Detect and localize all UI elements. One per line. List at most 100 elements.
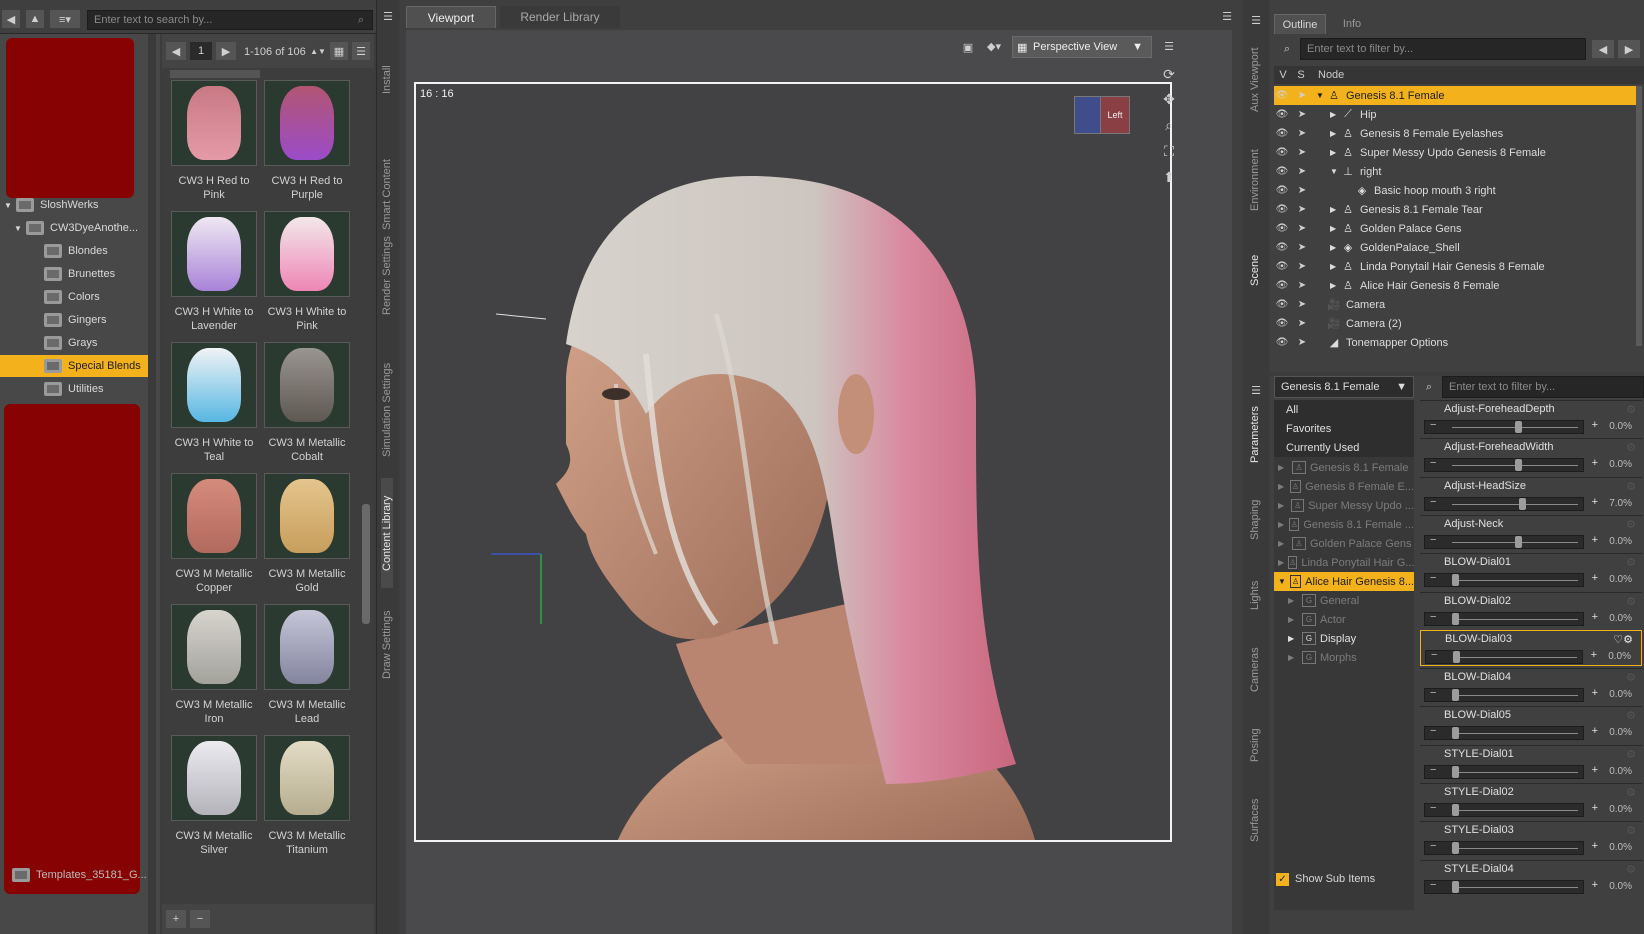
visibility-eye-icon[interactable]: 👁	[1274, 318, 1290, 329]
side-tab[interactable]: Install	[381, 40, 393, 120]
scene-filter-input[interactable]: Enter text to filter by...	[1300, 38, 1586, 60]
scene-node[interactable]: 👁 ➤ ▶ ♙ Alice Hair Genesis 8 Female	[1274, 276, 1636, 295]
col-visible[interactable]: V	[1274, 69, 1292, 81]
parameter-slider[interactable]: Adjust-HeadSize − +7.0% ⚙	[1420, 476, 1642, 513]
side-tab[interactable]: Environment	[1249, 140, 1261, 220]
visibility-eye-icon[interactable]: 👁	[1274, 90, 1290, 101]
increment-icon[interactable]: +	[1592, 496, 1598, 508]
parameter-value[interactable]: 0.0%	[1609, 727, 1632, 738]
parameter-slider[interactable]: STYLE-Dial04− +0.0% ⚙	[1420, 859, 1642, 896]
content-thumbnail[interactable]: CW3 H White to Pink	[261, 211, 353, 333]
figure-select[interactable]: Genesis 8.1 Female ▼	[1274, 376, 1414, 398]
scene-filter-next-icon[interactable]: ▶	[1618, 40, 1640, 58]
gear-icon[interactable]: ⚙	[1626, 748, 1636, 761]
thumbnail-scrollbar[interactable]	[362, 504, 370, 624]
next-page-icon[interactable]: ▶	[216, 42, 236, 60]
select-arrow-icon[interactable]: ➤	[1294, 147, 1310, 158]
scene-node[interactable]: 👁 ➤ ▶ ♙ Golden Palace Gens	[1274, 219, 1636, 238]
parameter-value[interactable]: 0.0%	[1609, 421, 1632, 432]
expand-arrow-icon[interactable]: ▼	[14, 224, 22, 233]
increment-icon[interactable]: +	[1592, 534, 1598, 546]
increment-icon[interactable]: +	[1592, 879, 1598, 891]
frame-icon[interactable]: ⛶	[1158, 140, 1180, 162]
slider-knob[interactable]	[1452, 689, 1459, 702]
increment-icon[interactable]: +	[1592, 802, 1598, 814]
expand-arrow-icon[interactable]: ▼	[4, 201, 12, 210]
scene-node[interactable]: 👁 ➤ ▶ ⟋ Hip	[1274, 105, 1636, 124]
property-group-item[interactable]: ▶ ♙ Linda Ponytail Hair G...	[1274, 553, 1414, 572]
content-thumbnail[interactable]: CW3 M Metallic Iron	[168, 604, 260, 726]
expand-arrow-icon[interactable]: ▶	[1288, 653, 1298, 662]
expand-arrow-icon[interactable]: ▶	[1330, 262, 1340, 271]
visibility-eye-icon[interactable]: 👁	[1274, 109, 1290, 120]
panel-menu-icon[interactable]: ☰	[379, 8, 397, 24]
slider-knob[interactable]	[1515, 421, 1522, 433]
show-sub-items[interactable]: ✓ Show Sub Items	[1276, 870, 1416, 888]
render-frame-icon[interactable]: ▣	[958, 38, 978, 56]
expand-arrow-icon[interactable]: ▼	[1316, 91, 1326, 100]
scene-node[interactable]: 👁 ➤ ▶ ♙ Linda Ponytail Hair Genesis 8 Female	[1274, 257, 1636, 276]
side-tab[interactable]: Render Settings	[381, 216, 393, 336]
select-arrow-icon[interactable]: ➤	[1294, 261, 1310, 272]
scene-node[interactable]: 👁 ➤ ▶ ♙ Super Messy Updo Genesis 8 Female	[1274, 143, 1636, 162]
expand-arrow-icon[interactable]: ▶	[1288, 615, 1298, 624]
tab-render-library[interactable]: Render Library	[500, 6, 620, 28]
parameter-value[interactable]: 0.0%	[1609, 881, 1632, 892]
visibility-eye-icon[interactable]: 👁	[1274, 261, 1290, 272]
select-arrow-icon[interactable]: ➤	[1294, 90, 1310, 101]
checkbox-icon[interactable]: ✓	[1276, 872, 1289, 886]
property-group-item[interactable]: Favorites	[1274, 419, 1414, 438]
expand-arrow-icon[interactable]: ▶	[1278, 539, 1288, 548]
visibility-eye-icon[interactable]: 👁	[1274, 204, 1290, 215]
orbit-icon[interactable]: ⟳	[1158, 64, 1180, 84]
grid-view-icon[interactable]: ▦	[330, 42, 348, 60]
tree-item[interactable]: Grays	[0, 332, 148, 354]
draw-style-icon[interactable]: ◆▾	[982, 36, 1006, 56]
content-thumbnail[interactable]: CW3 H Red to Purple	[261, 80, 353, 202]
slider-knob[interactable]	[1452, 842, 1459, 855]
side-tab[interactable]: Content Library	[381, 478, 393, 588]
decrement-icon[interactable]: −	[1430, 534, 1436, 546]
col-selectable[interactable]: S	[1292, 69, 1310, 81]
scene-filter-prev-icon[interactable]: ◀	[1592, 40, 1614, 58]
slider-knob[interactable]	[1452, 765, 1459, 778]
visibility-eye-icon[interactable]: 👁	[1274, 280, 1290, 291]
back-icon[interactable]: ◀	[2, 10, 20, 28]
increment-icon[interactable]: +	[1592, 840, 1598, 852]
side-tab[interactable]: Draw Settings	[381, 590, 393, 700]
increment-icon[interactable]: +	[1591, 649, 1597, 661]
property-group-item[interactable]: ▶ ♙ Genesis 8.1 Female	[1274, 458, 1414, 477]
select-arrow-icon[interactable]: ➤	[1294, 166, 1310, 177]
gear-icon[interactable]: ⚙	[1626, 671, 1636, 684]
side-tab[interactable]: Parameters	[1249, 400, 1261, 470]
parameter-value[interactable]: 0.0%	[1609, 613, 1632, 624]
select-arrow-icon[interactable]: ➤	[1294, 185, 1310, 196]
visibility-eye-icon[interactable]: 👁	[1274, 337, 1290, 348]
thumb-size-stepper[interactable]: ▲▼	[310, 40, 326, 62]
parameter-slider[interactable]: Adjust-Neck − +0.0% ⚙	[1420, 514, 1642, 551]
scene-node[interactable]: 👁 ➤ ▶ ◈ GoldenPalace_Shell	[1274, 238, 1636, 257]
view-cube-left-face[interactable]: Left	[1100, 96, 1130, 134]
gear-icon[interactable]: ⚙	[1626, 403, 1636, 416]
parameter-value[interactable]: 7.0%	[1609, 498, 1632, 509]
content-thumbnail[interactable]: CW3 M Metallic Silver	[168, 735, 260, 857]
property-group-item[interactable]: ▶ G Display	[1274, 629, 1414, 648]
scene-node[interactable]: 👁 ➤ ◢ Tonemapper Options	[1274, 333, 1636, 352]
gear-icon[interactable]: ⚙	[1626, 556, 1636, 569]
page-number-field[interactable]: 1	[190, 42, 212, 60]
parameter-value[interactable]: 0.0%	[1609, 804, 1632, 815]
expand-arrow-icon[interactable]: ▶	[1330, 205, 1340, 214]
increment-icon[interactable]: +	[1592, 725, 1598, 737]
scene-scrollbar[interactable]	[1636, 86, 1642, 346]
visibility-eye-icon[interactable]: 👁	[1274, 166, 1290, 177]
tree-item[interactable]: Gingers	[0, 309, 148, 331]
side-tab[interactable]: Lights	[1249, 570, 1261, 620]
expand-arrow-icon[interactable]: ▶	[1288, 634, 1298, 643]
content-thumbnail[interactable]: CW3 M Metallic Cobalt	[261, 342, 353, 464]
parameter-slider[interactable]: Adjust-ForeheadWidth − +0.0% ⚙	[1420, 438, 1642, 474]
expand-arrow-icon[interactable]: ▶	[1330, 243, 1340, 252]
parameter-value[interactable]: 0.0%	[1609, 766, 1632, 777]
parameter-slider[interactable]: Adjust-ForeheadDepth − +0.0% ⚙	[1420, 400, 1642, 436]
property-group-item[interactable]: ▶ ♙ Super Messy Updo ...	[1274, 496, 1414, 515]
remove-icon[interactable]: −	[190, 910, 210, 928]
